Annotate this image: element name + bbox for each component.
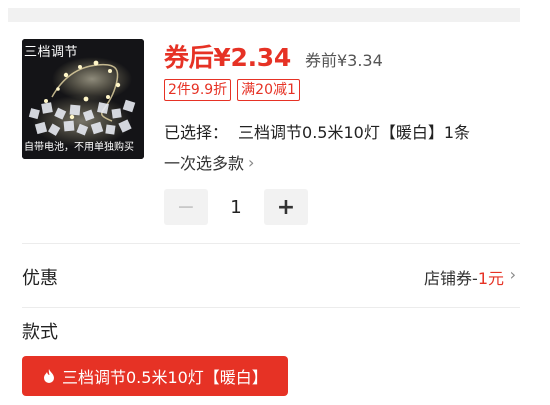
multi-select-label: 一次选多款 xyxy=(164,154,245,173)
style-option-selected[interactable]: 三档调节0.5米10灯【暖白】 xyxy=(22,356,288,396)
promo-tag: 满20减1 xyxy=(237,79,300,101)
multi-select-link[interactable]: 一次选多款 › xyxy=(164,150,254,174)
decrease-quantity-button[interactable]: − xyxy=(164,189,208,225)
style-label: 款式 xyxy=(22,322,58,343)
style-option-label: 三档调节0.5米10灯【暖白】 xyxy=(62,368,268,387)
selected-label: 已选择： xyxy=(164,123,229,142)
discount-label: 优惠 xyxy=(22,268,58,289)
price-row: 券后¥2.34 券前¥3.34 xyxy=(164,38,383,74)
coupon-prefix: 店铺券- xyxy=(424,269,478,288)
coupon-selector[interactable]: 店铺券-1元 xyxy=(424,265,504,289)
divider xyxy=(22,307,520,308)
increase-quantity-button[interactable]: + xyxy=(264,189,308,225)
price-before-coupon: 券前¥3.34 xyxy=(304,51,383,70)
selected-sku: 已选择： 三档调节0.5米10灯【暖白】1条 xyxy=(164,119,470,143)
chevron-right-icon[interactable]: › xyxy=(510,265,516,284)
quantity-stepper: − 1 + xyxy=(164,189,308,225)
selected-value: 三档调节0.5米10灯【暖白】1条 xyxy=(238,123,471,142)
quantity-value[interactable]: 1 xyxy=(208,197,264,218)
divider xyxy=(22,243,520,244)
fire-icon xyxy=(44,369,54,383)
top-strip xyxy=(8,8,520,22)
coupon-amount: 1元 xyxy=(477,269,504,288)
promo-tag: 2件9.9折 xyxy=(164,79,232,101)
promo-tags: 2件9.9折 满20减1 xyxy=(164,79,300,101)
chevron-right-icon: › xyxy=(248,152,255,172)
price-after-coupon: 券后¥2.34 xyxy=(164,43,291,72)
thumb-caption: 自带电池，不用单独购买 xyxy=(24,142,134,153)
thumb-tag: 三档调节 xyxy=(24,45,79,60)
product-thumbnail[interactable]: 三档调节 自带电池，不用单独购买 xyxy=(22,39,144,159)
